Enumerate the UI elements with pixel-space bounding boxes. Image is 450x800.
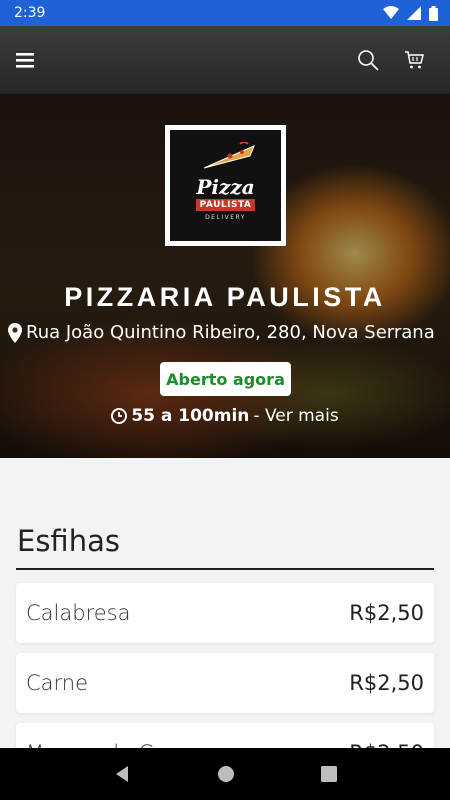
cart-button[interactable] — [394, 40, 434, 80]
system-nav-bar — [0, 748, 450, 800]
open-status-badge: Aberto agora — [160, 362, 291, 396]
item-price: R$2,50 — [349, 601, 424, 625]
pizza-slice-icon — [203, 142, 255, 169]
status-icons — [383, 5, 438, 21]
battery-icon — [429, 5, 438, 21]
menu-icon — [16, 53, 34, 68]
search-icon — [358, 50, 379, 71]
logo-title: Pizza — [196, 174, 255, 199]
section-title: Esfihas — [17, 524, 120, 558]
see-more-link[interactable]: - Ver mais — [253, 406, 338, 426]
store-hero: Pizza PAULISTA DELIVERY PIZZARIA PAULIST… — [0, 94, 450, 458]
item-name: Carne — [26, 671, 89, 695]
delivery-info[interactable]: 55 a 100min - Ver mais — [0, 406, 450, 426]
menu-button[interactable] — [16, 46, 44, 74]
section-divider — [16, 568, 434, 570]
store-logo: Pizza PAULISTA DELIVERY — [165, 125, 286, 246]
status-bar: 2:39 — [0, 0, 450, 26]
delivery-time: 55 a 100min — [131, 406, 250, 426]
status-time: 2:39 — [14, 5, 46, 21]
signal-icon — [407, 6, 421, 20]
search-button[interactable] — [348, 40, 388, 80]
item-price: R$2,50 — [349, 671, 424, 695]
item-name: Calabresa — [26, 601, 131, 625]
menu-item[interactable]: Carne R$2,50 — [16, 653, 434, 713]
back-icon[interactable] — [113, 765, 131, 783]
home-icon[interactable] — [217, 765, 235, 783]
logo-subtitle: PAULISTA — [195, 198, 256, 211]
store-name: PIZZARIA PAULISTA — [64, 282, 386, 312]
cart-icon — [405, 51, 424, 69]
menu-item[interactable]: Calabresa R$2,50 — [16, 583, 434, 643]
address-text: Rua João Quintino Ribeiro, 280, Nova Ser… — [26, 322, 435, 343]
store-address[interactable]: Rua João Quintino Ribeiro, 280, Nova Ser… — [8, 322, 444, 343]
location-pin-icon — [8, 322, 22, 343]
logo-tagline: DELIVERY — [205, 213, 246, 221]
recents-icon[interactable] — [321, 766, 337, 782]
wifi-icon — [383, 6, 399, 19]
clock-icon — [111, 408, 128, 424]
app-bar — [0, 26, 450, 94]
